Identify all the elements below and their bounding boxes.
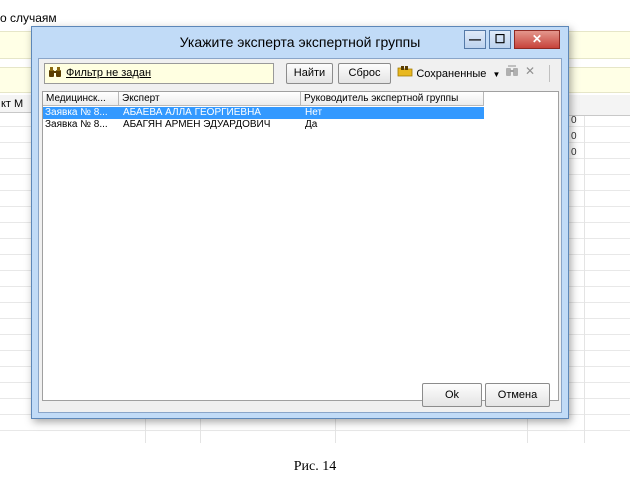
experts-table: Медицинск... Эксперт Руководитель экспер… <box>42 91 559 401</box>
binoculars-icon <box>48 66 62 81</box>
background-cell-value: 0 <box>571 115 577 126</box>
filter-box[interactable]: Фильтр не задан <box>44 63 274 84</box>
dialog-body: Фильтр не задан Найти Сброс Сохраненные … <box>38 58 562 413</box>
table-header: Медицинск... Эксперт Руководитель экспер… <box>43 92 558 106</box>
cell-request: Заявка № 8... <box>45 119 108 130</box>
clear-filter-icon[interactable]: ✕ <box>525 64 535 78</box>
toolbar: Фильтр не задан Найти Сброс Сохраненные … <box>39 59 561 89</box>
binoculars-icon-svg <box>49 67 61 77</box>
saved-filters-dropdown[interactable]: Сохраненные ▼ <box>397 63 500 84</box>
save-filter-icon[interactable] <box>505 65 519 81</box>
table-row[interactable]: Заявка № 8... АБАГЯН АРМЕН ЭДУАРДОВИЧ Да <box>43 119 484 131</box>
cell-leader: Нет <box>305 107 323 118</box>
chevron-down-icon: ▼ <box>492 70 501 79</box>
close-button[interactable]: ✕ <box>514 30 560 49</box>
cell-expert: АБАГЯН АРМЕН ЭДУАРДОВИЧ <box>123 119 271 130</box>
find-button[interactable]: Найти <box>286 63 333 84</box>
saved-filters-label: Сохраненные <box>416 68 487 80</box>
cell-expert: АБАЕВА АЛЛА ГЕОРГИЕВНА <box>123 107 261 118</box>
column-header-medical[interactable]: Медицинск... <box>43 92 119 106</box>
table-row[interactable]: Заявка № 8... АБАЕВА АЛЛА ГЕОРГИЕВНА Нет <box>43 107 484 119</box>
minimize-button[interactable]: — <box>464 30 486 49</box>
cancel-button[interactable]: Отмена <box>485 383 550 407</box>
save-filter-icon-svg <box>506 65 518 76</box>
reset-button[interactable]: Сброс <box>338 63 391 84</box>
expert-select-dialog: Укажите эксперта экспертной группы — ☐ ✕… <box>31 26 569 419</box>
saved-filters-icon-svg <box>397 66 413 77</box>
dialog-title: Укажите эксперта экспертной группы <box>179 34 421 50</box>
ok-button[interactable]: Ok <box>422 383 482 407</box>
background-cell-value: 0 <box>571 147 577 158</box>
background-window-title: о случаям <box>0 11 57 25</box>
column-header-leader[interactable]: Руководитель экспертной группы <box>301 92 484 106</box>
column-header-expert[interactable]: Эксперт <box>119 92 301 106</box>
cell-leader: Да <box>305 119 318 130</box>
background-grid-divider <box>584 95 585 443</box>
filter-link[interactable]: Фильтр не задан <box>66 67 151 79</box>
toolbar-divider <box>549 65 550 82</box>
figure-caption: Рис. 14 <box>293 459 337 474</box>
saved-filters-icon <box>397 66 416 80</box>
background-right-header <box>567 95 630 116</box>
background-cell-value: 0 <box>571 131 577 142</box>
cell-request: Заявка № 8... <box>45 107 108 118</box>
maximize-button[interactable]: ☐ <box>489 30 511 49</box>
